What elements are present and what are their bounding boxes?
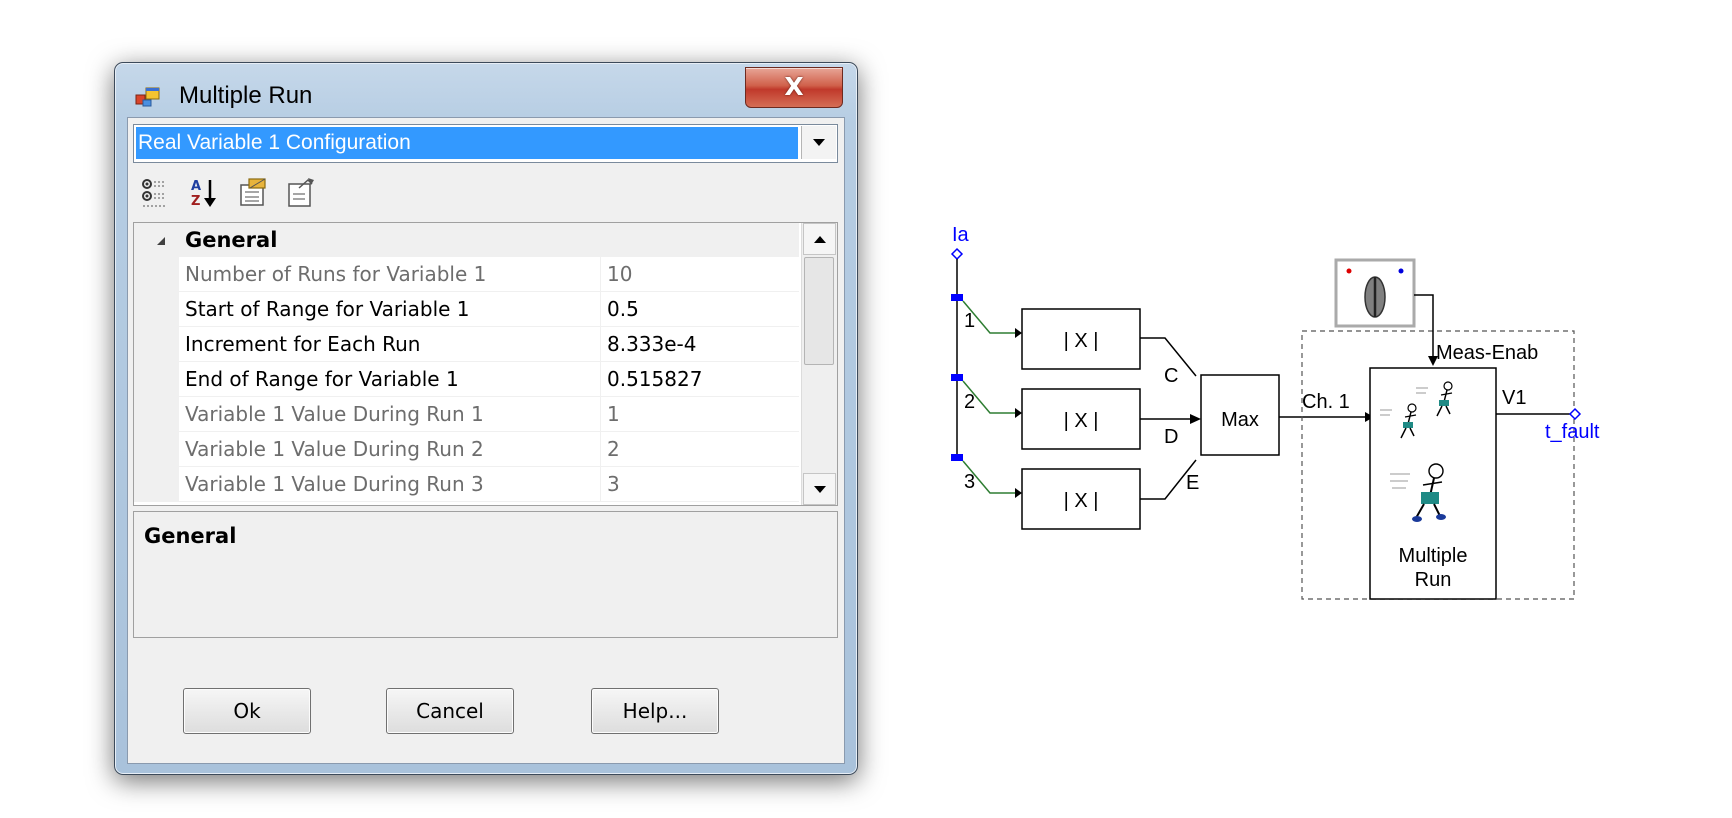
enable-label: Meas-Enab	[1436, 342, 1538, 364]
property-row[interactable]: Variable 1 Value During Run 2 2	[134, 432, 799, 467]
property-name: Variable 1 Value During Run 2	[185, 432, 601, 466]
window-title: Multiple Run	[179, 82, 313, 109]
svg-text:Z: Z	[191, 194, 200, 209]
row-gutter	[134, 467, 179, 501]
property-value[interactable]: 8.333e-4	[607, 327, 792, 361]
property-name: Number of Runs for Variable 1	[185, 257, 601, 291]
multiple-run-dialog: Multiple Run X Real Variable 1 Configura…	[114, 62, 858, 775]
property-row[interactable]: Variable 1 Value During Run 3 3	[134, 467, 799, 502]
collapse-triangle-icon[interactable]	[156, 236, 166, 246]
svg-text:A: A	[191, 179, 201, 194]
input-node-icon	[950, 247, 964, 261]
chevron-down-icon	[814, 486, 826, 493]
configuration-select-value: Real Variable 1 Configuration	[136, 127, 798, 159]
arrow-icon	[1190, 414, 1201, 424]
app-icon	[135, 87, 160, 107]
row-gutter	[134, 257, 179, 291]
channel-label: Ch. 1	[1302, 391, 1350, 413]
property-pages-icon[interactable]	[236, 176, 270, 210]
dropdown-button[interactable]	[801, 126, 836, 159]
red-dot-icon	[1346, 268, 1352, 274]
enable-wire	[1414, 294, 1434, 361]
description-title: General	[144, 524, 237, 548]
vertical-scrollbar[interactable]	[801, 223, 837, 505]
max-input-label: D	[1164, 426, 1178, 448]
property-name: End of Range for Variable 1	[185, 362, 601, 396]
property-value[interactable]: 10	[607, 257, 792, 291]
output-label: V1	[1502, 387, 1526, 409]
row-gutter	[134, 327, 179, 361]
input-signal-label: Ia	[952, 224, 970, 246]
chevron-up-icon	[814, 236, 826, 243]
arrow-icon	[1015, 488, 1022, 498]
property-name: Variable 1 Value During Run 3	[185, 467, 601, 501]
dialog-client-area: Real Variable 1 Configuration A Z Genera…	[127, 117, 845, 764]
property-row[interactable]: Start of Range for Variable 1 0.5	[134, 292, 799, 327]
multiple-run-label: Multiple	[1399, 545, 1468, 567]
help-button[interactable]: Help...	[591, 688, 719, 734]
description-panel: General	[133, 511, 838, 638]
scroll-down-button[interactable]	[803, 473, 836, 505]
property-name: Start of Range for Variable 1	[185, 292, 601, 326]
output-node-icon	[1568, 407, 1582, 421]
events-icon[interactable]	[284, 176, 318, 210]
property-value[interactable]: 2	[607, 432, 792, 466]
row-gutter	[134, 292, 179, 326]
output-signal-label: t_fault	[1545, 421, 1600, 443]
property-toolbar: A Z	[133, 166, 836, 218]
max-input-label: C	[1164, 365, 1178, 387]
tap-marker	[951, 294, 963, 301]
property-name: Variable 1 Value During Run 1	[185, 397, 601, 431]
close-button[interactable]: X	[745, 67, 843, 108]
row-gutter	[134, 397, 179, 431]
property-value[interactable]: 1	[607, 397, 792, 431]
blue-dot-icon	[1398, 268, 1404, 274]
configuration-select[interactable]: Real Variable 1 Configuration	[133, 124, 838, 163]
categorized-icon[interactable]	[140, 176, 174, 210]
property-grid: General Number of Runs for Variable 1 10…	[133, 222, 838, 506]
title-bar[interactable]: Multiple Run X	[115, 63, 857, 117]
row-gutter	[134, 362, 179, 396]
abs-block-label: | X |	[1064, 410, 1099, 432]
property-row[interactable]: Number of Runs for Variable 1 10	[134, 257, 799, 292]
property-row[interactable]: End of Range for Variable 1 0.515827	[134, 362, 799, 397]
category-label: General	[185, 228, 278, 252]
chevron-down-icon	[813, 139, 825, 146]
abs-block-label: | X |	[1064, 490, 1099, 512]
circuit-diagram: Ia 1 2 3 | X | | X | | X | C D E Max Ch.…	[950, 224, 1600, 600]
ok-button[interactable]: Ok	[183, 688, 311, 734]
arrow-icon	[1015, 328, 1022, 338]
property-value[interactable]: 0.515827	[607, 362, 792, 396]
abs-block-label: | X |	[1064, 330, 1099, 352]
property-row[interactable]: Increment for Each Run 8.333e-4	[134, 327, 799, 362]
arrow-icon	[1015, 408, 1022, 418]
property-value[interactable]: 3	[607, 467, 792, 501]
category-row-general[interactable]: General	[134, 223, 799, 257]
property-row[interactable]: Variable 1 Value During Run 1 1	[134, 397, 799, 432]
alphabetical-sort-icon[interactable]: A Z	[188, 176, 222, 210]
property-name: Increment for Each Run	[185, 327, 601, 361]
property-grid-rows: General Number of Runs for Variable 1 10…	[134, 223, 799, 502]
close-icon: X	[784, 72, 804, 101]
multiple-run-label: Run	[1415, 569, 1452, 591]
cancel-button[interactable]: Cancel	[386, 688, 514, 734]
max-input-label: E	[1186, 472, 1199, 494]
property-value[interactable]: 0.5	[607, 292, 792, 326]
max-block-label: Max	[1221, 409, 1259, 431]
tap-marker	[951, 454, 963, 461]
row-gutter	[134, 432, 179, 466]
scroll-up-button[interactable]	[803, 223, 836, 255]
scroll-thumb[interactable]	[804, 257, 834, 365]
tap-marker	[951, 374, 963, 381]
